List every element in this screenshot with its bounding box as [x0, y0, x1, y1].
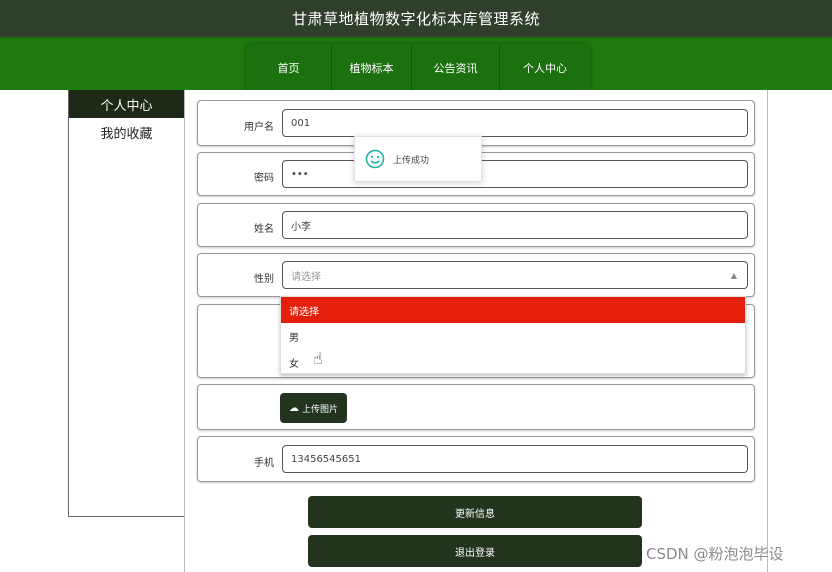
upload-success-toast: 上传成功	[354, 136, 482, 182]
update-info-button[interactable]: 更新信息	[308, 496, 642, 528]
form-row-gender: 性别 请选择 ▲	[197, 253, 755, 297]
password-input[interactable]: •••	[282, 160, 748, 188]
gender-option-female[interactable]: 女	[281, 349, 745, 375]
sidebar-item-favorites[interactable]: 我的收藏	[69, 118, 184, 146]
gender-option-placeholder[interactable]: 请选择	[281, 297, 745, 323]
chevron-down-icon: ▲	[730, 271, 737, 280]
username-input[interactable]: 001	[282, 109, 748, 137]
gender-select[interactable]: 请选择 ▲	[282, 261, 748, 289]
form-row-phone: 手机 13456545651	[197, 436, 755, 482]
phone-input[interactable]: 13456545651	[282, 445, 748, 473]
name-input[interactable]: 小李	[282, 211, 748, 239]
upload-image-button[interactable]: ☁ 上传图片	[280, 393, 347, 423]
gender-label: 性别	[254, 274, 274, 285]
name-label: 姓名	[254, 224, 274, 235]
nav-menu: 首页 植物标本 公告资讯 个人中心	[246, 44, 590, 92]
hand-cursor-icon: ☝	[313, 349, 323, 368]
nav-item-plants[interactable]: 植物标本	[332, 44, 412, 92]
watermark-text: CSDN @粉泡泡毕设	[646, 545, 784, 563]
nav-bar: 首页 植物标本 公告资讯 个人中心	[0, 36, 832, 92]
password-label: 密码	[254, 173, 274, 184]
form-row-name: 姓名 小李	[197, 203, 755, 247]
toast-message: 上传成功	[393, 155, 430, 166]
gender-option-male[interactable]: 男	[281, 323, 745, 349]
sidebar: 个人中心 我的收藏	[68, 90, 184, 517]
gender-select-value: 请选择	[291, 271, 321, 283]
upload-image-label: 上传图片	[301, 404, 338, 415]
cloud-upload-icon: ☁	[288, 402, 299, 414]
nav-item-user-center[interactable]: 个人中心	[500, 44, 590, 92]
logout-button[interactable]: 退出登录	[308, 535, 642, 567]
smile-icon	[365, 149, 385, 169]
phone-label: 手机	[254, 458, 274, 469]
gender-dropdown: 请选择 男 女	[280, 296, 746, 374]
username-label: 用户名	[244, 122, 274, 133]
sidebar-item-user-center[interactable]: 个人中心	[69, 90, 184, 118]
top-header: 甘肃草地植物数字化标本库管理系统	[0, 0, 832, 36]
nav-item-notices[interactable]: 公告资讯	[412, 44, 500, 92]
nav-item-home[interactable]: 首页	[246, 44, 332, 92]
app-title: 甘肃草地植物数字化标本库管理系统	[291, 10, 540, 28]
